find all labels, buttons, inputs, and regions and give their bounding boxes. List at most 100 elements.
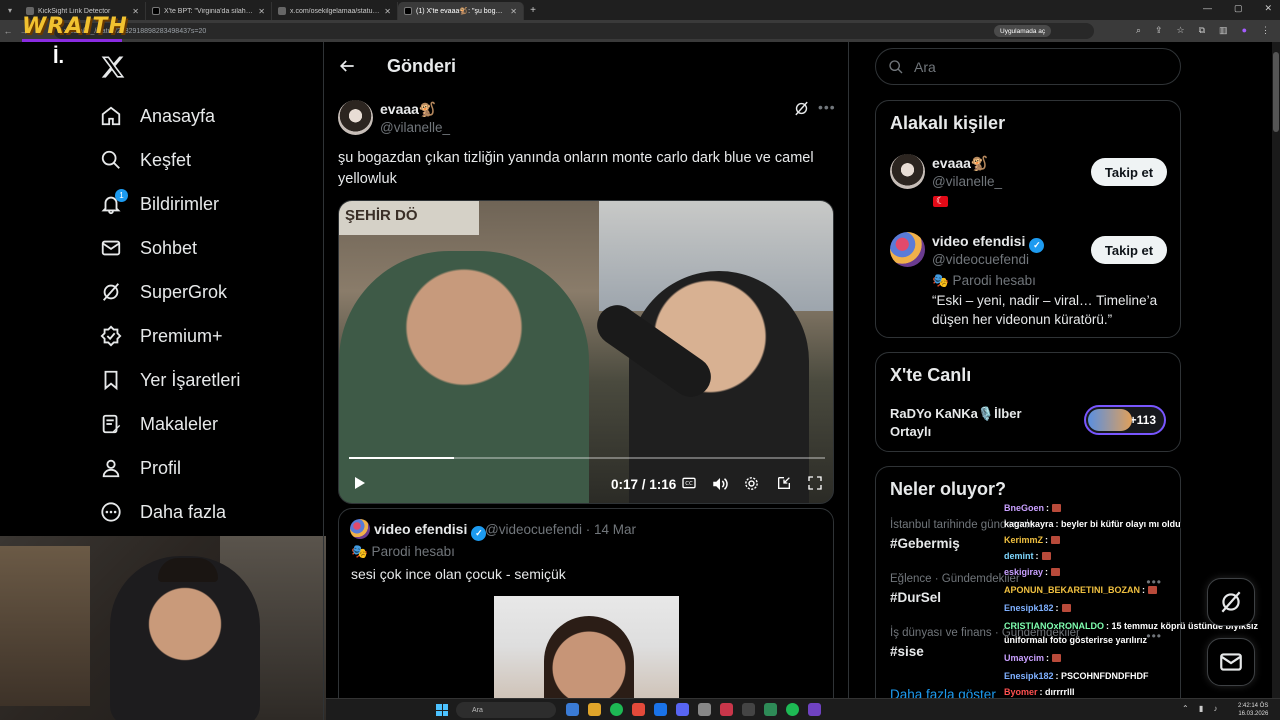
grok-floating-button[interactable] bbox=[1207, 578, 1255, 626]
taskbar-app-icon[interactable] bbox=[676, 703, 689, 716]
taskbar-app-icon[interactable] bbox=[654, 703, 667, 716]
taskbar-app-icon[interactable] bbox=[588, 703, 601, 716]
video-player[interactable]: ŞEHİR DÖ 0:17 / 1:16 CC bbox=[338, 200, 834, 504]
chat-username: BneGoen bbox=[1004, 503, 1045, 513]
chat-text: : bbox=[1142, 585, 1146, 595]
author-handle[interactable]: @vilanelle_ bbox=[380, 120, 450, 135]
chat-username: CRISTIANOxRONALDO bbox=[1004, 621, 1105, 631]
quoted-post[interactable]: video efendisi ✓ @videocuefendi · 14 Mar … bbox=[338, 508, 834, 720]
taskbar-app-icon[interactable] bbox=[566, 703, 579, 716]
live-panel: X'te Canlı RaDYo KaNKa🎙️İlber Ortaylı +1… bbox=[875, 352, 1181, 452]
taskbar-app-icon[interactable] bbox=[808, 703, 821, 716]
zoom-icon[interactable]: ⌕ bbox=[1136, 25, 1141, 36]
turkey-flag-icon: ☾ bbox=[933, 196, 948, 207]
close-tab-icon[interactable]: ✕ bbox=[384, 7, 391, 16]
new-tab-button[interactable]: + bbox=[524, 5, 542, 16]
mail-icon bbox=[101, 240, 121, 256]
related-name[interactable]: video efendisi ✓ bbox=[932, 233, 1045, 253]
column-divider bbox=[848, 42, 849, 720]
x-logo-icon[interactable] bbox=[100, 54, 126, 80]
related-name[interactable]: evaaa🐒 bbox=[932, 155, 988, 172]
chat-message: BneGoen: bbox=[1004, 503, 1062, 513]
chat-message: kagankayra: beyler bi küfür olayı mı old… bbox=[1004, 519, 1181, 529]
close-tab-icon[interactable]: ✕ bbox=[258, 7, 265, 16]
trend-tag[interactable]: #sise bbox=[890, 644, 924, 659]
sidebar-item-more[interactable]: Daha fazla bbox=[100, 497, 226, 527]
bell-icon: 1 bbox=[100, 189, 128, 215]
sidebar-item-articles[interactable]: Makaleler bbox=[100, 409, 218, 439]
person-icon bbox=[102, 459, 120, 478]
parody-label: 🎭 Parodi hesabı bbox=[932, 273, 1036, 288]
trend-tag[interactable]: #Gebermiş bbox=[890, 536, 960, 551]
browser-tab-active[interactable]: (1) X'te evaaa🐒: "şu bogazdan ✕ bbox=[398, 2, 524, 20]
sidebar-item-label: Premium+ bbox=[140, 325, 223, 346]
trend-meta: Eğlence · Gündemdekiler bbox=[890, 573, 1020, 585]
taskbar-search[interactable]: Ara bbox=[456, 702, 556, 718]
live-listeners-pill[interactable]: +113 bbox=[1084, 405, 1166, 435]
back-arrow-icon[interactable] bbox=[337, 56, 357, 76]
close-tab-icon[interactable]: ✕ bbox=[510, 7, 517, 16]
sidebar-item-bookmarks[interactable]: Yer İşaretleri bbox=[100, 365, 240, 395]
notification-badge: 1 bbox=[115, 189, 128, 202]
close-tab-icon[interactable]: ✕ bbox=[132, 7, 139, 16]
grok-icon bbox=[1221, 591, 1241, 613]
video-subject-right bbox=[629, 271, 809, 503]
volume-icon[interactable] bbox=[711, 475, 729, 493]
sidebar-item-notifications[interactable]: 1 Bildirimler bbox=[100, 189, 219, 219]
taskbar-app-icon[interactable] bbox=[786, 703, 799, 716]
taskbar-app-icon[interactable] bbox=[720, 703, 733, 716]
taskbar-app-icon[interactable] bbox=[742, 703, 755, 716]
taskbar-app-icon[interactable] bbox=[698, 703, 711, 716]
taskbar-app-icon[interactable] bbox=[764, 703, 777, 716]
mail-icon bbox=[1220, 653, 1242, 671]
live-show-title[interactable]: RaDYo KaNKa🎙️İlber Ortaylı bbox=[890, 405, 1050, 441]
extensions-icon[interactable]: ⧉ bbox=[1199, 25, 1205, 36]
grok-icon[interactable] bbox=[793, 100, 810, 117]
url-field[interactable]: x.com/..._/status/2032918898283498437s=2… bbox=[54, 23, 1094, 39]
chat-text: : bbox=[1045, 567, 1049, 577]
star-icon[interactable]: ☆ bbox=[1177, 25, 1185, 36]
messages-floating-button[interactable] bbox=[1207, 638, 1255, 686]
sidebar-item-chat[interactable]: Sohbet bbox=[100, 233, 197, 263]
share-icon[interactable]: ⇪ bbox=[1155, 25, 1163, 36]
tab-search-icon[interactable]: ▾ bbox=[0, 0, 20, 20]
search-input[interactable]: Ara bbox=[875, 48, 1181, 85]
taskbar-app-icon[interactable] bbox=[632, 703, 645, 716]
back-browser-icon[interactable]: ← bbox=[0, 26, 16, 36]
close-window-icon[interactable]: ✕ bbox=[1264, 3, 1272, 14]
more-options-icon[interactable]: ••• bbox=[818, 99, 836, 115]
sidebar-item-premium[interactable]: Premium+ bbox=[100, 321, 223, 351]
profile-icon[interactable]: ● bbox=[1242, 25, 1247, 36]
trend-more-icon[interactable]: ••• bbox=[1146, 629, 1162, 643]
sidebar-item-explore[interactable]: Keşfet bbox=[100, 145, 191, 175]
system-tray-icons[interactable]: ⌃ ▮ ♪ bbox=[1182, 704, 1222, 713]
sidebar-icon[interactable]: ▥ bbox=[1219, 25, 1228, 36]
post-text: şu bogazdan çıkan tizliğin yanında onlar… bbox=[338, 150, 814, 187]
windows-start-icon[interactable] bbox=[436, 704, 448, 716]
scrollbar-thumb[interactable] bbox=[1273, 52, 1279, 132]
sidebar-item-profile[interactable]: Profil bbox=[100, 453, 181, 483]
browser-tab[interactable]: X'te BPT: "Virginia'da silah sahi ✕ bbox=[146, 2, 272, 20]
fullscreen-icon[interactable] bbox=[807, 475, 823, 491]
taskbar-app-icon[interactable] bbox=[610, 703, 623, 716]
author-avatar[interactable] bbox=[338, 100, 373, 135]
sidebar-item-supergrok[interactable]: SuperGrok bbox=[100, 277, 227, 307]
video-progress-bar[interactable] bbox=[349, 457, 825, 459]
pip-icon[interactable] bbox=[776, 475, 792, 491]
captions-icon[interactable]: CC bbox=[681, 475, 697, 491]
follow-button[interactable]: Takip et bbox=[1091, 236, 1167, 264]
settings-gear-icon[interactable] bbox=[743, 475, 760, 492]
page-scrollbar[interactable] bbox=[1272, 42, 1280, 700]
sidebar-item-home[interactable]: Anasayfa bbox=[100, 101, 215, 131]
menu-icon[interactable]: ⋮ bbox=[1261, 25, 1270, 36]
minimize-icon[interactable]: — bbox=[1203, 3, 1212, 14]
author-name[interactable]: evaaa🐒 bbox=[380, 101, 436, 118]
related-avatar[interactable] bbox=[890, 154, 925, 189]
play-icon[interactable] bbox=[351, 475, 367, 491]
trend-tag[interactable]: #DurSel bbox=[890, 590, 941, 605]
maximize-icon[interactable]: ▢ bbox=[1234, 3, 1243, 14]
open-in-app-button[interactable]: Uygulamada aç bbox=[994, 25, 1052, 37]
browser-tab[interactable]: x.com/osekilgelamaa/status/20 ✕ bbox=[272, 2, 398, 20]
follow-button[interactable]: Takip et bbox=[1091, 158, 1167, 186]
related-avatar[interactable] bbox=[890, 232, 925, 267]
